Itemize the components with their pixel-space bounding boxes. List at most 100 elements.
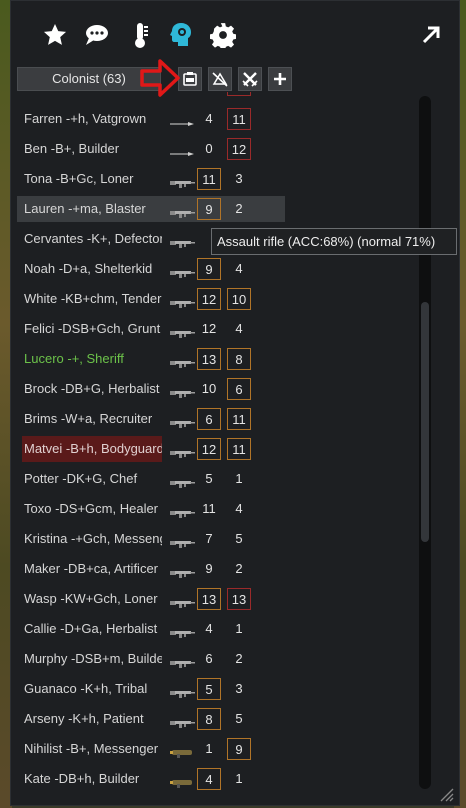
colonist-name[interactable]: Murphy -DSB+m, Builder <box>22 646 162 672</box>
colonist-name[interactable]: Toxo -DS+Gcm, Healer <box>22 496 162 522</box>
colonist-name[interactable]: Ben -B+, Builder <box>22 136 162 162</box>
melee-skill-value: 13 <box>227 588 251 610</box>
rifle-icon[interactable] <box>169 445 195 458</box>
melee-skill-value: 4 <box>235 321 243 336</box>
colonist-name[interactable]: Callie -D+Ga, Herbalist <box>22 616 162 642</box>
list-item[interactable]: Arseny -K+h, Patient 8 5 <box>17 706 285 732</box>
colonist-name[interactable]: Felici -DSB+Gch, Grunt <box>22 316 162 342</box>
colonist-name[interactable]: Cervantes -K+, Defector <box>22 226 162 252</box>
list-item[interactable]: Ben -B+, Builder 0 12 <box>17 136 285 162</box>
list-item[interactable]: Matvei -B+h, Bodyguard 12 11 <box>17 436 285 462</box>
list-item[interactable]: Felici -DSB+Gch, Grunt 12 4 <box>17 316 285 342</box>
list-item[interactable]: Potter -DK+G, Chef 5 1 <box>17 466 285 492</box>
melee-skill-value: 4 <box>235 261 243 276</box>
colonist-name[interactable]: Nihilist -B+, Messenger <box>22 736 162 762</box>
rifle-icon[interactable] <box>169 565 195 578</box>
colonist-name[interactable]: Maker -DB+ca, Artificer <box>22 556 162 582</box>
colonist-name[interactable]: White -KB+chm, Tender <box>22 286 162 312</box>
list-item[interactable]: Lauren -+ma, Blaster 9 2 <box>17 196 285 222</box>
melee-skill-value: 5 <box>235 711 243 726</box>
crossed-swords-icon[interactable] <box>238 67 262 91</box>
list-item[interactable]: Noah -D+a, Shelterkid 9 4 <box>17 256 285 282</box>
list-item[interactable]: Brock -DB+G, Herbalist 10 6 <box>17 376 285 402</box>
colonist-name[interactable]: Noah -D+a, Shelterkid <box>22 256 162 282</box>
colonist-name[interactable]: Tona -B+Gc, Loner <box>22 166 162 192</box>
rifle-icon[interactable] <box>169 265 195 278</box>
list-item[interactable]: Farren -+h, Vatgrown 4 11 <box>17 106 285 132</box>
colonist-name[interactable]: Wasp -KW+Gch, Loner <box>22 586 162 612</box>
melee-skill-value: 10 <box>227 288 251 310</box>
rifle-icon[interactable] <box>169 715 195 728</box>
list-item[interactable]: Callie -D+Ga, Herbalist 4 1 <box>17 616 285 642</box>
colonist-name[interactable]: Farren -+h, Vatgrown <box>22 106 162 132</box>
resize-handle-icon[interactable] <box>438 786 454 807</box>
rifle-icon[interactable] <box>169 385 195 398</box>
rifle-icon[interactable] <box>169 475 195 488</box>
rifle-icon[interactable] <box>169 235 195 248</box>
spear-icon[interactable] <box>169 145 195 156</box>
melee-skill-value: 11 <box>227 108 251 130</box>
rifle-icon[interactable] <box>169 205 195 218</box>
colonist-name[interactable]: Lauren -+ma, Blaster <box>22 196 162 222</box>
ranged-skill-value: 6 <box>197 408 221 430</box>
no-range-icon[interactable] <box>208 67 232 91</box>
rifle-icon[interactable] <box>169 685 195 698</box>
launcher-icon[interactable] <box>169 775 195 788</box>
ranged-skill-value: 13 <box>197 588 221 610</box>
colonist-name[interactable]: Potter -DK+G, Chef <box>22 466 162 492</box>
rifle-icon[interactable] <box>169 595 195 608</box>
spear-icon[interactable] <box>169 115 195 126</box>
head-cog-icon[interactable] <box>166 20 196 50</box>
melee-skill-value: 12 <box>227 138 251 160</box>
rifle-icon[interactable] <box>169 625 195 638</box>
list-item[interactable]: Wasp -KW+Gch, Loner 13 13 <box>17 586 285 612</box>
ranged-skill-value: 4 <box>205 111 213 126</box>
colonist-name[interactable]: Kristina -+Gch, Messenger <box>22 526 162 552</box>
list-item[interactable]: Nihilist -B+, Messenger 1 9 <box>17 736 285 762</box>
colonist-name[interactable]: Arseny -K+h, Patient <box>22 706 162 732</box>
rifle-icon[interactable] <box>169 655 195 668</box>
colonist-name[interactable]: Matvei -B+h, Bodyguard <box>22 436 162 462</box>
list-item[interactable]: Guanaco -K+h, Tribal 5 3 <box>17 676 285 702</box>
ranged-skill-value: 4 <box>197 768 221 790</box>
list-item[interactable]: Tona -B+Gc, Loner 11 3 <box>17 166 285 192</box>
list-item[interactable]: White -KB+chm, Tender 12 10 <box>17 286 285 312</box>
ranged-skill-value: 13 <box>197 348 221 370</box>
colonist-name[interactable]: Brims -W+a, Recruiter <box>22 406 162 432</box>
star-icon[interactable] <box>40 20 70 50</box>
list-item[interactable]: Maker -DB+ca, Artificer 9 2 <box>17 556 285 582</box>
gear-icon[interactable] <box>208 20 238 50</box>
plus-icon[interactable] <box>268 67 292 91</box>
rifle-icon[interactable] <box>169 505 195 518</box>
rifle-icon[interactable] <box>169 535 195 548</box>
melee-skill-value: 3 <box>235 681 243 696</box>
colonist-name[interactable]: Brock -DB+G, Herbalist <box>22 376 162 402</box>
list-item[interactable]: Lucero -+, Sheriff 13 8 <box>17 346 285 372</box>
colonist-name[interactable]: Guanaco -K+h, Tribal <box>22 676 162 702</box>
ranged-skill-value: 12 <box>197 438 221 460</box>
scrollbar-thumb[interactable] <box>421 302 429 542</box>
colonist-name[interactable]: Lucero -+, Sheriff <box>22 346 162 372</box>
list-item[interactable]: Brims -W+a, Recruiter 6 11 <box>17 406 285 432</box>
rifle-icon[interactable] <box>169 415 195 428</box>
rifle-icon[interactable] <box>169 355 195 368</box>
list-item[interactable]: Kristina -+Gch, Messenger 7 5 <box>17 526 285 552</box>
rifle-icon[interactable] <box>169 295 195 308</box>
colonist-name[interactable]: Kate -DB+h, Builder <box>22 766 162 792</box>
list-item[interactable]: Toxo -DS+Gcm, Healer 11 4 <box>17 496 285 522</box>
ranged-skill-value: 0 <box>205 141 213 156</box>
expand-arrow-icon[interactable] <box>416 20 446 50</box>
ranged-skill-value: 11 <box>202 501 216 516</box>
ranged-skill-value: 12 <box>197 288 221 310</box>
scrollbar[interactable] <box>419 96 431 789</box>
melee-skill-value: 2 <box>235 561 243 576</box>
melee-skill-value: 4 <box>235 501 243 516</box>
melee-skill-value: 3 <box>235 171 243 186</box>
launcher-icon[interactable] <box>169 745 195 758</box>
thermometer-icon[interactable] <box>125 20 155 50</box>
list-item[interactable]: Murphy -DSB+m, Builder 6 2 <box>17 646 285 672</box>
chat-bubbles-icon[interactable] <box>81 20 111 50</box>
rifle-icon[interactable] <box>169 325 195 338</box>
rifle-icon[interactable] <box>169 175 195 188</box>
list-item[interactable]: Kate -DB+h, Builder 4 1 <box>17 766 285 792</box>
